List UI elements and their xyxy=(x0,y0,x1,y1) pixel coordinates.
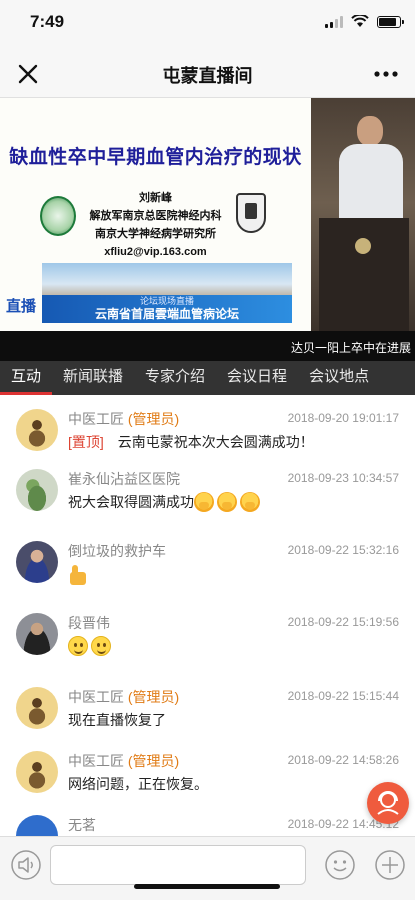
battery-level xyxy=(379,17,396,26)
tab-bar: 互动 新闻联播 专家介绍 会议日程 会议地点 xyxy=(0,361,415,395)
scholar-avatar[interactable] xyxy=(16,409,58,451)
comment-author: 崔永仙沾益区医院 xyxy=(68,471,180,487)
speaker-icon[interactable] xyxy=(10,849,42,881)
comment-author: 中医工匠 (管理员) xyxy=(68,687,179,707)
tab-venue[interactable]: 会议地点 xyxy=(298,361,380,395)
scholar-avatar[interactable] xyxy=(16,751,58,793)
comment-author: 段晋伟 xyxy=(68,615,110,631)
admin-role: (管理员) xyxy=(127,689,180,705)
status-time: 7:49 xyxy=(30,12,65,31)
cell-signal-icon xyxy=(325,15,343,28)
comment-author: 中医工匠 (管理员) xyxy=(68,409,179,429)
comment-text xyxy=(68,564,91,586)
author-affiliation-1: 解放军南京总医院神经内科 xyxy=(89,210,222,222)
woman-avatar[interactable] xyxy=(16,541,58,583)
podium-emblem xyxy=(355,238,371,254)
home-indicator xyxy=(134,884,280,889)
comment-time: 2018-09-22 15:19:56 xyxy=(287,615,399,629)
podium xyxy=(319,218,409,331)
author-email: xfliu2@vip.163.com xyxy=(104,246,207,258)
author-affiliation-2: 南京大学神经病学研究所 xyxy=(95,228,216,240)
input-bar xyxy=(0,836,415,900)
tab-schedule[interactable]: 会议日程 xyxy=(216,361,298,395)
admin-role: (管理员) xyxy=(127,411,180,427)
comment-item: 段晋伟 2018-09-22 15:19:56 xyxy=(0,613,415,683)
slide-author-block: 刘新峰 解放军南京总医院神经内科 南京大学神经病学研究所 xfliu2@vip.… xyxy=(0,189,311,261)
author-name: 中医工匠 xyxy=(68,689,124,705)
author-name: 中医工匠 xyxy=(68,753,124,769)
slide-title: 缺血性卒中早期血管内治疗的现状 xyxy=(9,147,302,168)
comment-author: 倒垃圾的救护车 xyxy=(68,543,166,559)
banner-title: 云南省首届雲端血管病论坛 xyxy=(94,307,239,321)
comment-text: [置顶] 云南屯蒙祝本次大会圆满成功！ xyxy=(68,432,314,452)
comment-item: 倒垃圾的救护车 2018-09-22 15:32:16 xyxy=(0,541,415,611)
comment-text: 现在直播恢复了 xyxy=(68,710,166,730)
comment-item: 中医工匠 (管理员) 2018-09-22 15:15:44 现在直播恢复了 xyxy=(0,687,415,757)
folded-hands-emoji xyxy=(240,492,260,512)
wifi-icon xyxy=(351,15,369,27)
tab-interaction[interactable]: 互动 xyxy=(0,361,53,395)
status-bar: 7:49 xyxy=(0,0,415,50)
thumbs-up-emoji xyxy=(68,564,88,586)
comment-body: 云南屯蒙祝本次大会圆满成功！ xyxy=(117,434,314,450)
plus-icon[interactable] xyxy=(374,849,406,881)
live-label: 直播 xyxy=(6,298,37,315)
comment-item: 中医工匠 (管理员) 2018-09-22 14:58:26 网络问题，正在恢复… xyxy=(0,751,415,821)
banner-subtitle: 论坛现场直播 xyxy=(139,296,194,306)
speaker-camera-feed xyxy=(311,98,415,331)
comment-author: 中医工匠 (管理员) xyxy=(68,751,179,771)
comment-item: 无茗 2018-09-22 14:45:12 xyxy=(0,815,415,836)
status-icons xyxy=(325,15,404,28)
emoji-icon[interactable] xyxy=(324,849,356,881)
tab-experts[interactable]: 专家介绍 xyxy=(134,361,216,395)
presentation-slide: 缺血性卒中早期血管内治疗的现状 刘新峰 解放军南京总医院神经内科 南京大学神经病… xyxy=(0,98,311,331)
ticker-text: 达贝一阳上卒中在进展 xyxy=(290,341,411,355)
folded-hands-emoji xyxy=(217,492,237,512)
comment-text xyxy=(68,636,114,656)
comment-feed[interactable]: 中医工匠 (管理员) 2018-09-20 19:01:17 [置顶] 云南屯蒙祝… xyxy=(0,395,415,836)
man-avatar[interactable] xyxy=(16,613,58,655)
sky-avatar[interactable] xyxy=(16,815,58,836)
forum-banner: 论坛现场直播 云南省首届雲端血管病论坛 xyxy=(42,295,292,323)
pinned-tag: [置顶] xyxy=(68,434,104,450)
nav-bar: 屯蒙直播间 xyxy=(0,50,415,98)
comment-author: 无茗 xyxy=(68,817,96,833)
comment-time: 2018-09-23 10:34:57 xyxy=(287,471,399,485)
folded-hands-emoji xyxy=(194,492,214,512)
comment-text: 网络问题，正在恢复。 xyxy=(68,774,208,794)
page-title: 屯蒙直播间 xyxy=(162,66,253,86)
comment-time: 2018-09-22 15:15:44 xyxy=(287,689,399,703)
comment-body: 现在直播恢复了 xyxy=(68,712,166,728)
battery-icon xyxy=(377,15,404,28)
customer-service-icon xyxy=(377,791,399,815)
comment-time: 2018-09-22 15:32:16 xyxy=(287,543,399,557)
admin-role: (管理员) xyxy=(127,753,180,769)
comment-time: 2018-09-22 14:58:26 xyxy=(287,753,399,767)
smile-emoji xyxy=(68,636,88,656)
comment-body: 祝大会取得圆满成功 xyxy=(68,494,194,510)
comment-time: 2018-09-20 19:01:17 xyxy=(287,411,399,425)
plant-avatar[interactable] xyxy=(16,469,58,511)
tab-news[interactable]: 新闻联播 xyxy=(52,361,134,395)
speaker-head xyxy=(357,116,383,146)
comment-input[interactable] xyxy=(50,845,306,885)
comment-body: 网络问题，正在恢复。 xyxy=(68,776,208,792)
author-name: 中医工匠 xyxy=(68,411,124,427)
speaker-body xyxy=(339,144,403,224)
customer-service-button[interactable] xyxy=(367,782,409,824)
video-player[interactable]: 缺血性卒中早期血管内治疗的现状 刘新峰 解放军南京总医院神经内科 南京大学神经病… xyxy=(0,98,415,361)
smile-emoji xyxy=(91,636,111,656)
author-name: 刘新峰 xyxy=(139,192,172,204)
comment-item: 崔永仙沾益区医院 2018-09-23 10:34:57 祝大会取得圆满成功 xyxy=(0,469,415,539)
caption-ticker: 达贝一阳上卒中在进展 xyxy=(0,331,415,361)
comment-text: 祝大会取得圆满成功 xyxy=(68,492,263,512)
scholar-avatar[interactable] xyxy=(16,687,58,729)
more-icon[interactable] xyxy=(371,60,401,88)
